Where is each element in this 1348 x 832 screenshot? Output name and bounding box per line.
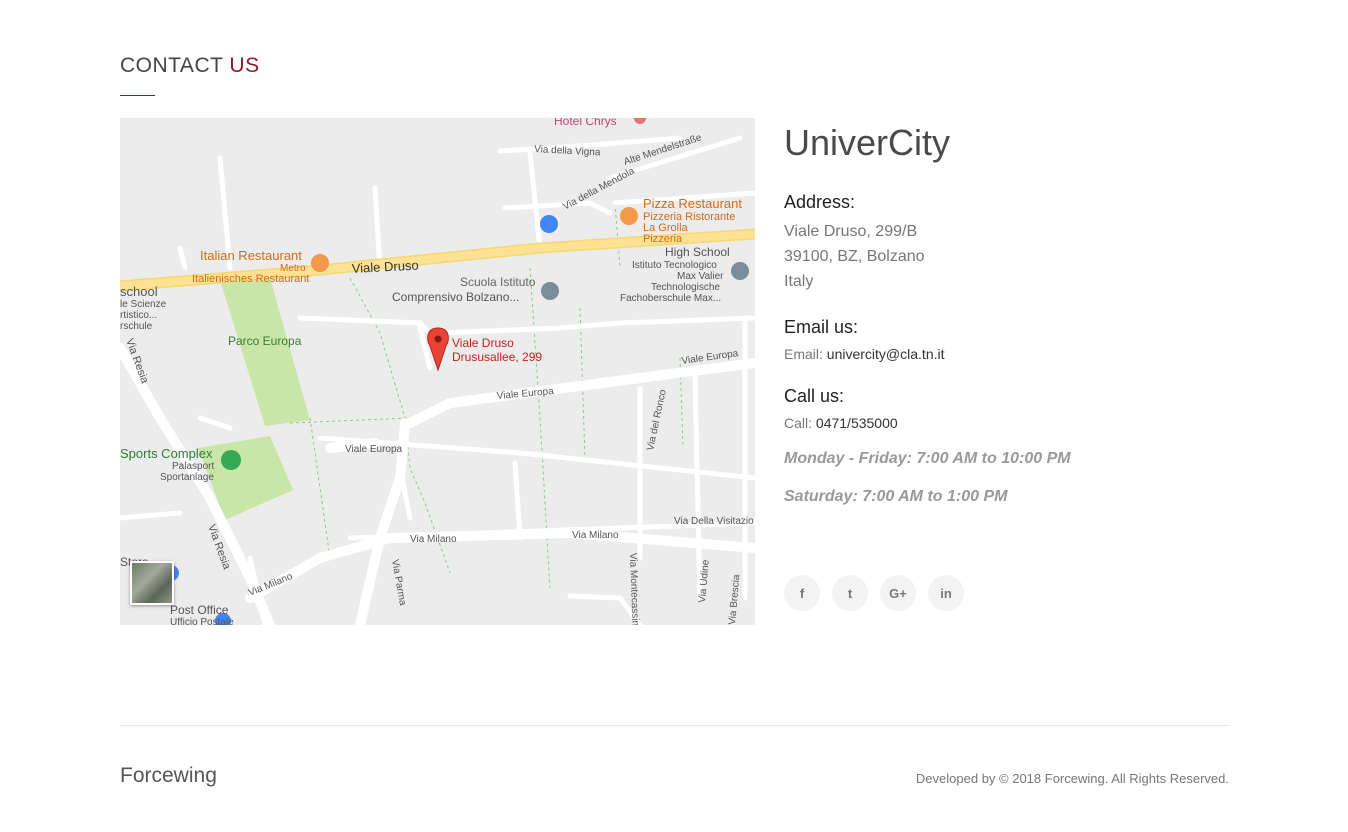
call-heading: Call us: bbox=[784, 386, 845, 406]
section-heading: CONTACT US bbox=[120, 54, 260, 78]
map-label: Italian Restaurant bbox=[200, 248, 302, 263]
address-line: 39100, BZ, Bolzano bbox=[784, 248, 925, 265]
map-label: Pizza Restaurant bbox=[643, 196, 742, 211]
map-label: Viale Europa bbox=[345, 444, 403, 455]
map-label: Ufficio Postale bbox=[170, 617, 234, 625]
email-label: Email: bbox=[784, 346, 823, 362]
school-icon bbox=[541, 282, 559, 300]
hours-saturday: Saturday: 7:00 AM to 1:00 PM bbox=[784, 488, 1008, 505]
contact-info: UniverCity Address: Viale Druso, 299/B 3… bbox=[784, 118, 1224, 506]
satellite-toggle[interactable] bbox=[130, 561, 174, 605]
map-label: Scuola Istituto bbox=[460, 275, 536, 289]
map-label: Pizzeria bbox=[643, 233, 683, 245]
email-heading: Email us: bbox=[784, 317, 859, 337]
heading-main: CONTACT bbox=[120, 54, 224, 77]
map-label: Technologische bbox=[651, 282, 720, 293]
heading-underline bbox=[120, 95, 155, 96]
facebook-icon[interactable]: f bbox=[784, 575, 820, 611]
social-links: f t G+ in bbox=[784, 575, 964, 611]
address-line: Viale Druso, 299/B bbox=[784, 223, 918, 240]
map-label: High School bbox=[665, 245, 730, 259]
google-plus-icon[interactable]: G+ bbox=[880, 575, 916, 611]
map-label: school bbox=[120, 284, 158, 299]
phone-link[interactable]: 0471/535000 bbox=[816, 415, 898, 431]
map-label: Palasport bbox=[172, 461, 214, 472]
map-label: Hotel Chrys bbox=[554, 118, 617, 128]
map-label: le Scienze bbox=[120, 299, 167, 310]
sports-icon bbox=[221, 450, 241, 470]
company-name: UniverCity bbox=[784, 122, 951, 163]
email-link[interactable]: univercity@cla.tn.it bbox=[827, 346, 945, 362]
call-label: Call: bbox=[784, 415, 813, 431]
map-label: rschule bbox=[120, 321, 153, 332]
heading-accent: US bbox=[229, 54, 260, 77]
restaurant-icon bbox=[620, 207, 638, 225]
map-label: Via Della Visitazio bbox=[674, 516, 754, 527]
map-label: Fachoberschule Max... bbox=[620, 293, 721, 304]
shopping-icon bbox=[540, 215, 558, 233]
map-label: rtistico... bbox=[120, 310, 157, 321]
map-label: Comprensivo Bolzano... bbox=[392, 290, 519, 304]
footer-divider bbox=[120, 725, 1230, 726]
map-label: Sports Complex bbox=[120, 446, 213, 461]
map-label: Sportanlage bbox=[160, 472, 214, 483]
hours-weekday: Monday - Friday: 7:00 AM to 10:00 PM bbox=[784, 450, 1071, 467]
map-label: Parco Europa bbox=[228, 334, 302, 348]
twitter-icon[interactable]: t bbox=[832, 575, 868, 611]
map-label: Post Office bbox=[170, 603, 229, 617]
footer-brand[interactable]: Forcewing bbox=[120, 764, 217, 788]
restaurant-icon bbox=[311, 254, 329, 272]
linkedin-icon[interactable]: in bbox=[928, 575, 964, 611]
map-label: Drususallee, 299 bbox=[452, 350, 542, 364]
map-embed[interactable]: Hotel Chrys Via della Vigna Alte Mendels… bbox=[120, 118, 755, 625]
map-label: Istituto Tecnologico bbox=[632, 260, 717, 271]
map-label: Max Valier bbox=[677, 271, 724, 282]
footer-copyright: Developed by © 2018 Forcewing. All Right… bbox=[915, 771, 1229, 786]
address-heading: Address: bbox=[784, 192, 856, 212]
map-label: Italienisches Restaurant bbox=[192, 273, 309, 285]
map-label: Via Milano bbox=[572, 530, 619, 541]
map-label: Via Milano bbox=[410, 534, 457, 545]
address-line: Italy bbox=[784, 273, 814, 290]
map-label: Viale Druso bbox=[452, 336, 514, 350]
school-icon bbox=[731, 262, 749, 280]
